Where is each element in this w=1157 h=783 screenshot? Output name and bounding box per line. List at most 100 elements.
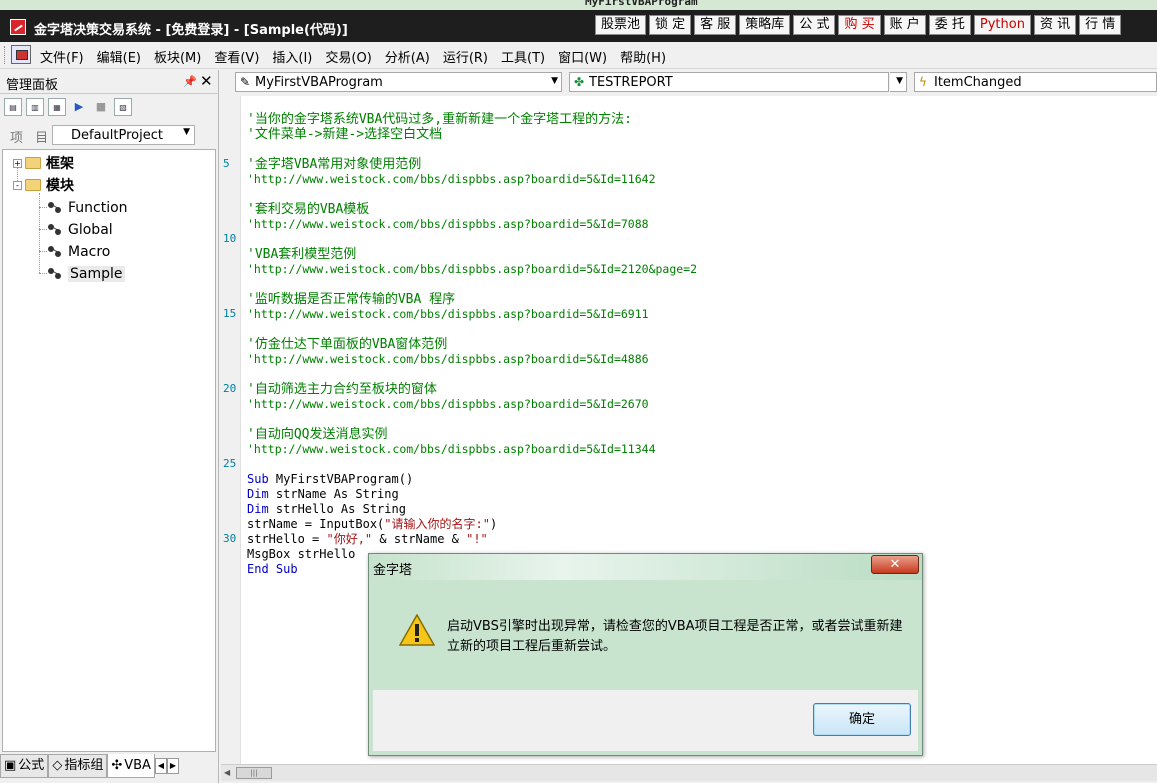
menu-edit[interactable]: 编辑(E) — [97, 47, 141, 66]
vba-icon: ✣ — [111, 757, 123, 773]
dialog-close-button[interactable]: ✕ — [871, 555, 919, 574]
module-icon — [47, 245, 63, 259]
tree-connector — [39, 193, 40, 273]
scroll-left-icon[interactable]: ◀ — [224, 768, 230, 777]
code-comment: '当你的金字塔系统VBA代码过多,重新新建一个金字塔工程的方法: — [247, 112, 632, 127]
menu-file[interactable]: 文件(F) — [40, 47, 84, 66]
code-line: End Sub — [247, 562, 298, 577]
code-keyword: Dim — [247, 487, 269, 501]
tree-item-macro[interactable]: Macro — [47, 242, 110, 262]
code-text: & strName & — [372, 532, 467, 546]
code-text: strName As String — [268, 487, 399, 501]
code-line: Sub MyFirstVBAProgram() — [247, 472, 413, 487]
ok-button[interactable]: 确定 — [813, 703, 911, 736]
code-comment: '监听数据是否正常传输的VBA 程序 — [247, 292, 456, 307]
tree-item-function[interactable]: Function — [47, 198, 128, 218]
tab-vba[interactable]: ✣ VBA — [107, 754, 155, 778]
code-text: MsgBox strHello — [247, 547, 356, 561]
stock-pool-button[interactable]: 股票池 — [595, 15, 647, 35]
tab-indicator-group[interactable]: ◇ 指标组 — [48, 754, 108, 778]
menu-analysis[interactable]: 分析(A) — [385, 47, 430, 66]
chevron-down-icon: ▼ — [551, 76, 558, 86]
collapse-icon[interactable]: - — [13, 180, 22, 190]
tab-label: 公式 — [18, 758, 45, 773]
object-combo[interactable]: ✤ TESTREPORT — [569, 72, 889, 92]
menu-view[interactable]: 查看(V) — [214, 47, 259, 66]
code-text: strHello = — [247, 532, 327, 546]
horizontal-scrollbar[interactable]: ◀ ||| — [221, 764, 1157, 781]
line-number: 10 — [223, 232, 237, 245]
close-icon[interactable]: ✕ — [200, 72, 213, 90]
tree-item-sample[interactable]: Sample — [47, 264, 125, 284]
tab-formula[interactable]: ▣ 公式 — [0, 754, 49, 778]
formula-button[interactable]: 公 式 — [793, 15, 836, 35]
project-select-value: DefaultProject — [71, 128, 163, 143]
new-module-icon[interactable]: ▤ — [4, 98, 22, 116]
lock-button[interactable]: 锁 定 — [649, 15, 692, 35]
buy-button[interactable]: 购 买 — [838, 15, 881, 35]
tab-scroll-left-icon[interactable]: ◀ — [154, 758, 167, 774]
code-comment: 'VBA套利模型范例 — [247, 247, 357, 262]
properties-icon[interactable]: ▧ — [114, 98, 132, 116]
code-comment-url: 'http://www.weistock.com/bbs/dispbbs.asp… — [247, 442, 656, 456]
menu-tools[interactable]: 工具(T) — [501, 47, 545, 66]
scrollbar-thumb[interactable]: ||| — [236, 767, 272, 779]
menu-insert[interactable]: 插入(I) — [272, 47, 312, 66]
tree-item-label: Global — [68, 222, 113, 238]
code-string: "请输入你的名字:" — [384, 517, 490, 531]
tab-scroll-right-icon[interactable]: ▶ — [166, 758, 179, 774]
document-icon[interactable] — [11, 45, 31, 64]
menu-bar: 文件(F) 编辑(E) 板块(M) 查看(V) 插入(I) 交易(O) 分析(A… — [0, 42, 1157, 69]
run-icon[interactable]: ▶ — [70, 98, 88, 116]
quotes-button[interactable]: 行 情 — [1079, 15, 1122, 35]
code-line: Dim strHello As String — [247, 502, 406, 517]
tree-item-global[interactable]: Global — [47, 220, 113, 240]
line-number: 15 — [223, 307, 237, 320]
code-text: strName = InputBox( — [247, 517, 385, 531]
code-keyword: Dim — [247, 502, 269, 516]
dialog-titlebar[interactable]: 金字塔 ✕ — [369, 554, 922, 580]
menu-sector[interactable]: 板块(M) — [154, 47, 201, 66]
code-comment-url: 'http://www.weistock.com/bbs/dispbbs.asp… — [247, 397, 649, 411]
customer-service-button[interactable]: 客 服 — [694, 15, 737, 35]
panel-title: 管理面板 — [6, 78, 59, 93]
app-window: MyFirstVBAProgram 金字塔决策交易系统 - [免费登录] - [… — [0, 0, 1157, 783]
module-icon — [47, 267, 63, 281]
background-window-strip: MyFirstVBAProgram — [0, 0, 1157, 10]
code-keyword: End Sub — [247, 562, 298, 576]
account-button[interactable]: 账 户 — [883, 15, 926, 35]
code-comment: '金字塔VBA常用对象使用范例 — [247, 157, 422, 172]
pin-icon[interactable]: 📌 — [183, 75, 197, 88]
tree-folder-modules[interactable]: - 模块 — [13, 175, 74, 195]
tree-item-label: Sample — [68, 266, 125, 282]
procedure-combo[interactable]: ✎ MyFirstVBAProgram ▼ — [235, 72, 562, 92]
dialog-footer: 确定 — [373, 690, 918, 751]
title-button-group: 股票池 锁 定 客 服 策略库 公 式 购 买 账 户 委 托 Python 资… — [595, 15, 1122, 35]
object-combo-dropdown[interactable]: ▼ — [890, 72, 907, 92]
formula-icon: ▣ — [4, 758, 17, 773]
tree-connector — [39, 207, 47, 208]
menu-trade[interactable]: 交易(O) — [325, 47, 371, 66]
panel-toolbar: ▤ ▥ ▦ ▶ ■ ▧ — [4, 98, 132, 116]
order-button[interactable]: 委 托 — [928, 15, 971, 35]
menu-window[interactable]: 窗口(W) — [558, 47, 607, 66]
management-panel: 管理面板 📌 ✕ ▤ ▥ ▦ ▶ ■ ▧ 项 目 DefaultProject … — [0, 70, 219, 783]
python-button[interactable]: Python — [973, 15, 1031, 35]
news-button[interactable]: 资 讯 — [1033, 15, 1077, 35]
menu-run[interactable]: 运行(R) — [443, 47, 488, 66]
project-select[interactable]: DefaultProject ▼ — [52, 125, 195, 145]
expand-icon[interactable]: + — [13, 158, 22, 168]
code-comment: '套利交易的VBA模板 — [247, 202, 370, 217]
event-combo[interactable]: ϟ ItemChanged — [914, 72, 1157, 92]
folder-icon — [25, 157, 41, 169]
lightning-icon: ϟ — [919, 75, 927, 89]
view-code-icon[interactable]: ▥ — [26, 98, 44, 116]
tree-folder-framework[interactable]: + 框架 — [13, 153, 74, 173]
object-combo-value: TESTREPORT — [589, 75, 673, 90]
strategy-library-button[interactable]: 策略库 — [739, 15, 791, 35]
code-text: MyFirstVBAProgram() — [268, 472, 414, 486]
menu-help[interactable]: 帮助(H) — [620, 47, 666, 66]
stop-icon[interactable]: ■ — [92, 98, 110, 116]
chevron-down-icon: ▼ — [896, 76, 903, 86]
save-icon[interactable]: ▦ — [48, 98, 66, 116]
